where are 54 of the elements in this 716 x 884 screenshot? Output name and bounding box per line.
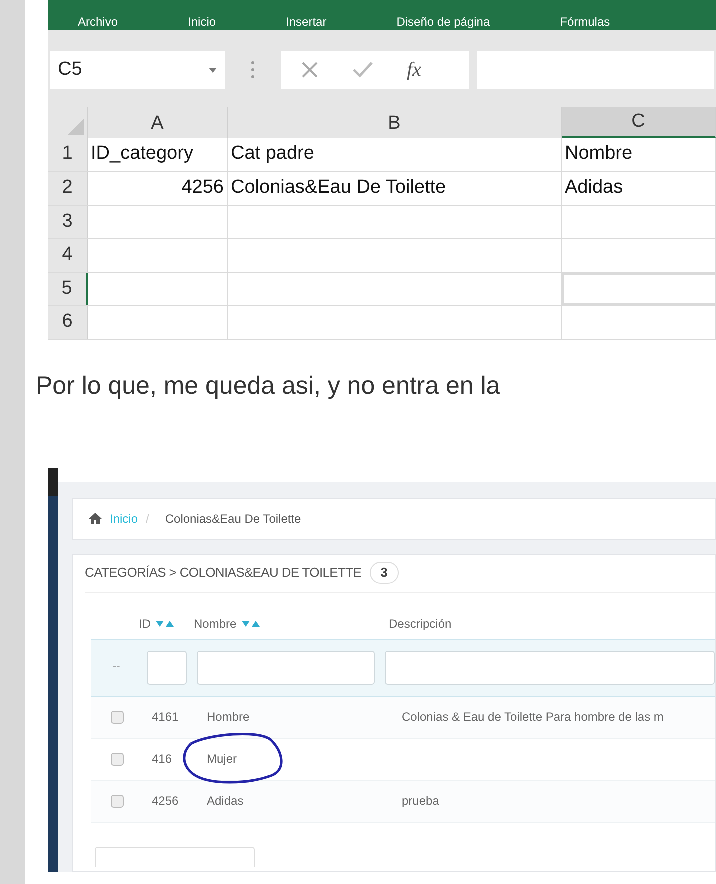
name-box[interactable]: C5 [50,51,225,90]
id-cell: 4256 [152,794,179,808]
check-icon[interactable] [353,62,373,78]
name-filter-field[interactable] [197,650,375,684]
post-text: Por lo que, me queda asi, y no entra en la [36,371,502,402]
formula-field[interactable] [477,51,714,90]
home-icon [89,513,102,524]
grid-cell[interactable]: Adidas [562,172,716,205]
description-cell-text: prueba [402,793,440,810]
ribbon-tab[interactable]: Insertar [286,16,327,28]
sort-arrows-icon[interactable] [240,620,261,628]
column-header[interactable]: C [562,106,716,138]
row-header[interactable]: 2 [48,172,88,205]
description-filter-field[interactable] [385,650,715,684]
description-cell-text: Colonias & Eau de Toilette Para hombre de las m [402,709,664,726]
row-header[interactable]: 4 [48,239,88,272]
row-checkbox[interactable] [111,794,124,808]
row-header[interactable]: 6 [48,306,88,340]
row-header[interactable]: 5 [48,272,88,306]
id-filter-field[interactable] [147,650,187,684]
name-cell: Hombre [207,710,250,724]
close-icon[interactable] [301,61,319,80]
row-header[interactable]: 1 [48,138,88,171]
column-heading: Nombre [194,616,237,632]
ribbon-tab[interactable]: Fórmulas [560,16,610,28]
id-cell: 416 [152,752,172,766]
name-cell: Mujer [207,752,238,766]
id-cell: 4161 [152,710,179,724]
grid-cell[interactable]: Nombre [562,138,716,171]
function-button[interactable]: fx [407,55,422,86]
triangle-icon [68,119,84,136]
name-cell: Adidas [207,794,244,808]
caret-icon[interactable] [209,68,217,73]
grid-cell[interactable]: 4256 [88,172,228,205]
panel-title: CATEGORÍAS > COLONIAS&EAU DE TOILETTE [85,564,362,582]
row-checkbox[interactable] [111,710,124,724]
ribbon-tab[interactable]: Diseño de página [396,16,490,28]
column-header[interactable]: A [88,106,228,138]
count-badge: 3 [370,562,399,584]
active-cell[interactable] [562,272,716,306]
sort-arrows-icon[interactable] [155,620,175,628]
breadcrumb-separator: / [146,510,150,528]
column-heading: ID [139,616,151,632]
column-heading: Descripción [389,616,452,632]
ribbon-tab[interactable]: Archivo [78,16,118,28]
grid-cell[interactable]: Cat padre [228,138,562,171]
bulk-actions-button[interactable] [95,846,255,866]
grid-cell[interactable]: Colonias&Eau De Toilette [228,172,562,205]
row-header[interactable]: 3 [48,206,88,238]
ribbon-tab[interactable]: Inicio [188,16,216,28]
breadcrumb-current: Colonias&Eau De Toilette [165,510,302,528]
grid-cell[interactable]: ID_category [88,138,228,171]
grip-icon [251,60,255,80]
row-checkbox[interactable] [111,752,124,766]
